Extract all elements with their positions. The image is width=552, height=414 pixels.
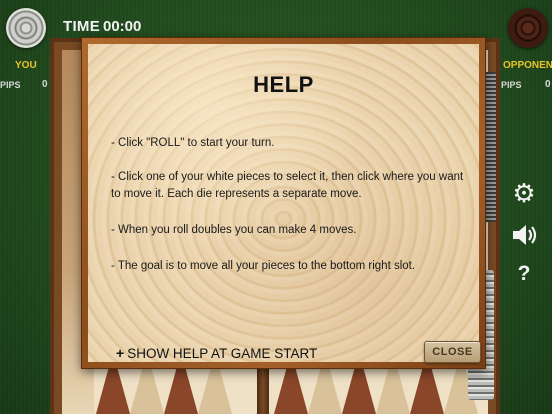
help-panel: HELP - Click "ROLL" to start your turn. …	[88, 44, 481, 363]
player-checker-icon	[6, 8, 46, 48]
help-line-goal: - The goal is to move all your pieces to…	[111, 260, 416, 272]
time-label: TIME	[63, 18, 101, 35]
plus-icon: +	[116, 345, 125, 361]
player-label: YOU	[15, 60, 37, 71]
show-help-at-start-toggle[interactable]: + SHOW HELP AT GAME START	[116, 345, 317, 361]
help-title: HELP	[253, 72, 314, 97]
opponent-pips-label: PIPS	[501, 80, 522, 90]
time-value: 00:00	[103, 18, 142, 35]
help-line-doubles: - When you roll doubles you can make 4 m…	[111, 224, 357, 236]
player-pips-value: 0	[42, 79, 48, 90]
help-dialog: HELP - Click "ROLL" to start your turn. …	[81, 37, 486, 369]
opponent-checker-icon	[508, 8, 548, 48]
speaker-icon[interactable]	[511, 222, 539, 248]
player-pips-label: PIPS	[0, 80, 21, 90]
opponent-label: OPPONENT	[503, 60, 552, 71]
help-line-roll: - Click "ROLL" to start your turn.	[111, 137, 275, 149]
help-line-select: - Click one of your white pieces to sele…	[111, 171, 464, 200]
help-icon[interactable]: ?	[514, 262, 534, 286]
close-button[interactable]: CLOSE	[424, 341, 481, 363]
gear-icon[interactable]: ⚙	[511, 180, 537, 206]
show-help-at-start-label: SHOW HELP AT GAME START	[127, 345, 318, 361]
opponent-pips-value: 0	[545, 79, 551, 90]
